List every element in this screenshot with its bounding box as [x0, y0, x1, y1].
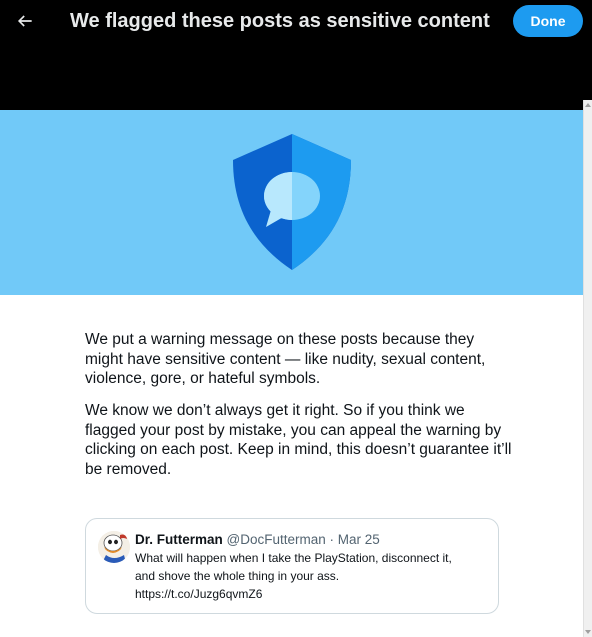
author-name[interactable]: Dr. Futterman [135, 532, 223, 547]
back-button[interactable] [6, 2, 44, 40]
arrow-left-icon [17, 15, 32, 27]
page-title: We flagged these posts as sensitive cont… [70, 10, 490, 32]
appeal-explanation-text: We know we don’t always get it right. So… [85, 402, 512, 478]
shield-chat-icon [233, 134, 351, 270]
caret-up-icon [585, 103, 591, 107]
post-date[interactable]: Mar 25 [338, 532, 380, 547]
avatar-image-icon [98, 531, 130, 563]
done-button[interactable]: Done [513, 5, 583, 37]
author-handle[interactable]: @DocFutterman [227, 532, 326, 547]
scroll-down-arrow[interactable] [584, 627, 592, 637]
modal-content: We put a warning message on these posts … [0, 110, 583, 637]
avatar[interactable] [98, 531, 130, 563]
separator-dot: · [329, 532, 335, 547]
caret-down-icon [585, 630, 591, 634]
modal-header: We flagged these posts as sensitive cont… [0, 0, 592, 110]
post-header: Dr. Futterman @DocFutterman · Mar 25 [135, 531, 380, 549]
scroll-up-arrow[interactable] [584, 100, 592, 110]
post-text: What will happen when I take the PlaySta… [135, 551, 452, 601]
illustration-banner [0, 110, 583, 295]
vertical-scrollbar[interactable] [583, 100, 592, 637]
warning-explanation-text: We put a warning message on these posts … [85, 331, 486, 387]
flagged-post-card[interactable]: Dr. Futterman @DocFutterman · Mar 25 Wha… [85, 518, 499, 614]
